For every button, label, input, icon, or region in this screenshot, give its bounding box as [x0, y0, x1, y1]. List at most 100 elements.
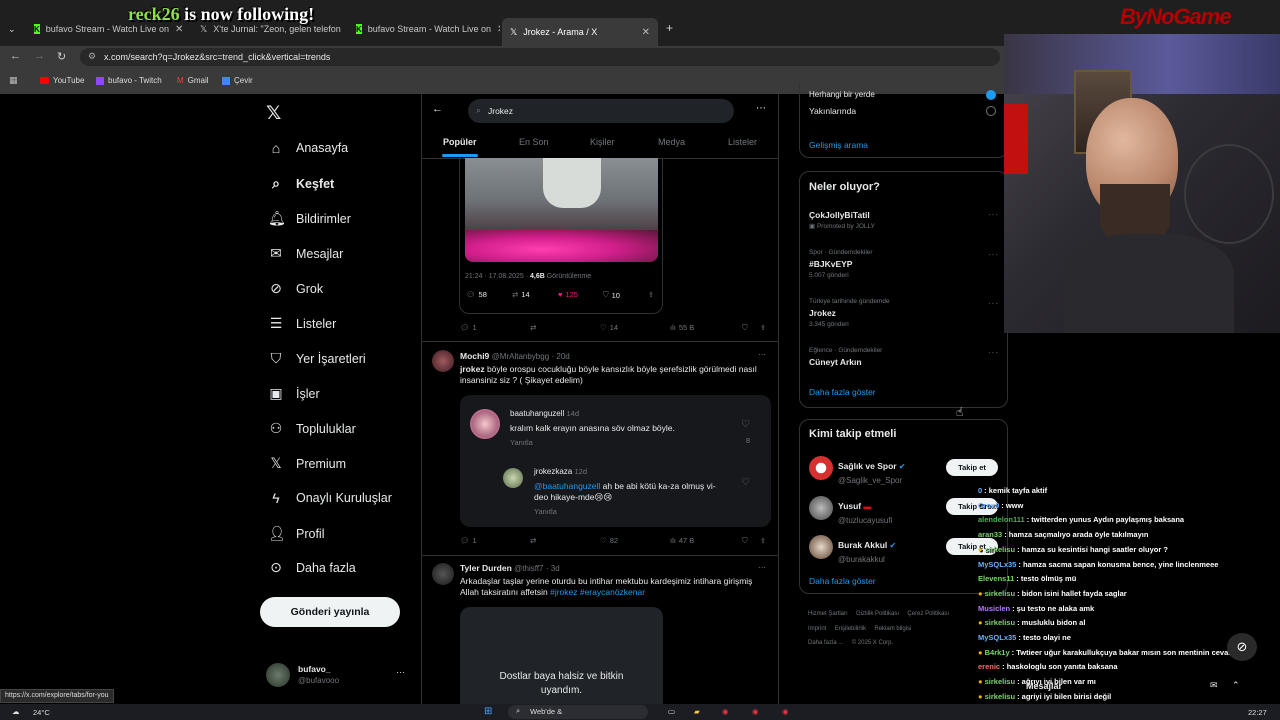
windows-start-icon[interactable]: ⊞	[484, 706, 492, 717]
hashtags[interactable]: #jrokez #eraycanözkenar	[550, 587, 645, 597]
reply-action[interactable]: 💬︎ 58	[466, 290, 487, 299]
tab-list-chevron-icon[interactable]: ⌄	[8, 24, 16, 35]
sidebar-item-jobs[interactable]: ▣ İşler	[268, 385, 319, 402]
browser-tab-3[interactable]: K bufavo Stream - Watch Live on ✕	[348, 18, 500, 40]
tweet-media-image[interactable]: Dostlar baya halsiz ve bitkin uyandım.	[460, 607, 663, 704]
views-action[interactable]: ılı 47 B	[670, 536, 694, 545]
footer-link[interactable]: Erişilebilirlik	[835, 626, 866, 632]
retweet-icon[interactable]: ⇄	[530, 323, 536, 332]
messages-drawer-label[interactable]: Mesajlar	[1026, 681, 1062, 691]
avatar[interactable]	[470, 409, 500, 439]
heart-icon[interactable]: ♡	[741, 477, 750, 488]
chat-username[interactable]: sirkelisu	[985, 692, 1015, 701]
chrome-icon[interactable]: ◉	[722, 707, 729, 716]
sidebar-item-grok[interactable]: ⊘ Grok	[268, 280, 323, 297]
chat-username[interactable]: sirkelisu	[985, 677, 1015, 686]
mention[interactable]: @baatuhanguzell	[534, 481, 600, 491]
back-arrow-icon[interactable]: ←	[432, 103, 443, 115]
file-explorer-icon[interactable]: ▰	[694, 707, 700, 716]
reload-icon[interactable]: ↻	[57, 50, 66, 63]
tab-lists[interactable]: Listeler	[728, 137, 757, 147]
radio-selected-icon[interactable]	[986, 90, 996, 100]
radio-unselected-icon[interactable]	[986, 106, 996, 116]
follow-button[interactable]: Takip et	[946, 459, 998, 476]
bookmark-icon[interactable]: ⛉	[742, 536, 748, 546]
compose-message-icon[interactable]: ✉	[1210, 680, 1218, 691]
bookmark-icon[interactable]: ⛉	[742, 323, 748, 333]
post-button[interactable]: Gönderi yayınla	[260, 597, 400, 627]
bookmark-twitch[interactable]: bufavo - Twitch	[96, 76, 162, 85]
mention[interactable]: jrokez	[460, 364, 485, 374]
x-logo-icon[interactable]: 𝕏	[266, 102, 281, 125]
avatar[interactable]	[432, 350, 454, 372]
grok-fab-icon[interactable]: ⊘	[1227, 633, 1257, 661]
chrome-icon[interactable]: ◉	[782, 707, 789, 716]
like-action[interactable]: ♡ 14	[600, 323, 618, 332]
tab-media[interactable]: Medya	[658, 137, 685, 147]
trend-item[interactable]: ÇokJollyBiTatil ▣ Promoted by JOLLY	[809, 210, 875, 230]
avatar[interactable]	[809, 496, 833, 520]
advanced-search-link[interactable]: Gelişmiş arama	[809, 140, 868, 150]
chat-username[interactable]: erenic	[978, 662, 1000, 671]
site-info-icon[interactable]: ⚙	[88, 51, 96, 62]
retweet-icon[interactable]: ⇄	[530, 536, 536, 545]
sidebar-item-bookmarks[interactable]: ⛉ Yer İşaretleri	[268, 350, 366, 367]
tweet-media-image[interactable]	[465, 158, 658, 262]
footer-link[interactable]: Imprint	[808, 626, 826, 632]
share-icon[interactable]: ⇪	[760, 536, 766, 545]
more-options-icon[interactable]: ⋯	[758, 563, 766, 572]
close-icon[interactable]: ✕	[175, 24, 183, 35]
tab-latest[interactable]: En Son	[519, 137, 549, 147]
apps-grid-icon[interactable]: ▦	[9, 75, 18, 86]
author-handle[interactable]: @thisff7	[514, 564, 543, 573]
chat-username[interactable]: MySQLx35	[978, 633, 1016, 642]
location-option-anywhere[interactable]: Herhangi bir yerde	[809, 90, 875, 99]
reply-link[interactable]: Yanıtla	[510, 438, 533, 447]
chat-username[interactable]: B4rk1y	[985, 648, 1010, 657]
sidebar-item-profile[interactable]: 👤︎ Profil	[268, 525, 324, 542]
back-arrow-icon[interactable]: ←	[10, 50, 21, 62]
sidebar-item-notifications[interactable]: 🔔︎ Bildirimler	[268, 210, 351, 227]
trend-item[interactable]: Spor · Gündemdekiler #BJKvEYP 5.007 gönd…	[809, 249, 873, 279]
url-bar[interactable]: ⚙ x.com/search?q=Jrokez&src=trend_click&…	[80, 48, 1000, 66]
trend-item[interactable]: Eğlence · Gündemdekiler Cüneyt Arkın	[809, 347, 882, 367]
taskbar-search[interactable]: ⌕ Web'de &	[508, 705, 648, 719]
sidebar-item-home[interactable]: ⌂ Anasayfa	[268, 140, 348, 156]
location-option-near[interactable]: Yakınlarında	[809, 106, 856, 116]
sidebar-item-lists[interactable]: ☰ Listeler	[268, 315, 337, 332]
quoted-tweet-card[interactable]: 21:24 · 17.08.2025 · 4,6B Görüntülenme 💬…	[459, 158, 663, 314]
show-more-follow[interactable]: Daha fazla göster	[809, 576, 876, 586]
avatar[interactable]	[432, 563, 454, 585]
more-options-icon[interactable]: ⋯	[756, 103, 766, 114]
sidebar-item-communities[interactable]: ⚇ Topluluklar	[268, 420, 356, 437]
heart-icon[interactable]: ♡	[741, 419, 750, 430]
chrome-icon[interactable]: ◉	[752, 707, 759, 716]
browser-tab-4-active[interactable]: 𝕏 Jrokez - Arama / X ✕	[502, 18, 658, 46]
footer-link[interactable]: Daha fazla ...	[808, 640, 843, 646]
tab-people[interactable]: Kişiler	[590, 137, 615, 147]
author-handle[interactable]: @MrAltanbybgg	[492, 352, 549, 361]
chat-username[interactable]: 0	[978, 486, 982, 495]
more-options-icon[interactable]: ···	[988, 299, 999, 308]
retweet-action[interactable]: ⇄ 14	[512, 290, 530, 299]
bookmark-youtube[interactable]: YouTube	[40, 76, 84, 85]
reply-author[interactable]: jrokezkaza	[534, 467, 572, 476]
forward-arrow-icon[interactable]: →	[34, 50, 45, 62]
more-options-icon[interactable]: ···	[988, 210, 999, 219]
account-switcher[interactable]: bufavo_ @bufavooo ···	[266, 663, 406, 691]
views-action[interactable]: ılı 55 B	[670, 323, 694, 332]
suggested-user[interactable]: Sağlık ve Spor ✔ @Saglik_ve_Spor	[838, 456, 906, 485]
footer-link[interactable]: Reklam bilgisi	[874, 626, 911, 632]
sidebar-item-more[interactable]: ⊙ Daha fazla	[268, 559, 356, 576]
like-action[interactable]: ♡ 82	[600, 536, 618, 545]
chat-username[interactable]: Elevens11	[978, 574, 1014, 583]
avatar[interactable]	[809, 456, 833, 480]
chevron-up-icon[interactable]: ⌃	[1232, 680, 1240, 691]
share-icon[interactable]: ⇪	[760, 323, 766, 332]
reply-action[interactable]: 💬︎ 1	[460, 536, 477, 545]
reply-action[interactable]: 💬︎ 1	[460, 323, 477, 332]
sidebar-item-messages[interactable]: ✉ Mesajlar	[268, 245, 343, 262]
chat-username[interactable]: Musiclen	[978, 604, 1010, 613]
chat-username[interactable]: sirkelisu	[985, 589, 1015, 598]
chat-username[interactable]: sirkelisu	[985, 618, 1015, 627]
